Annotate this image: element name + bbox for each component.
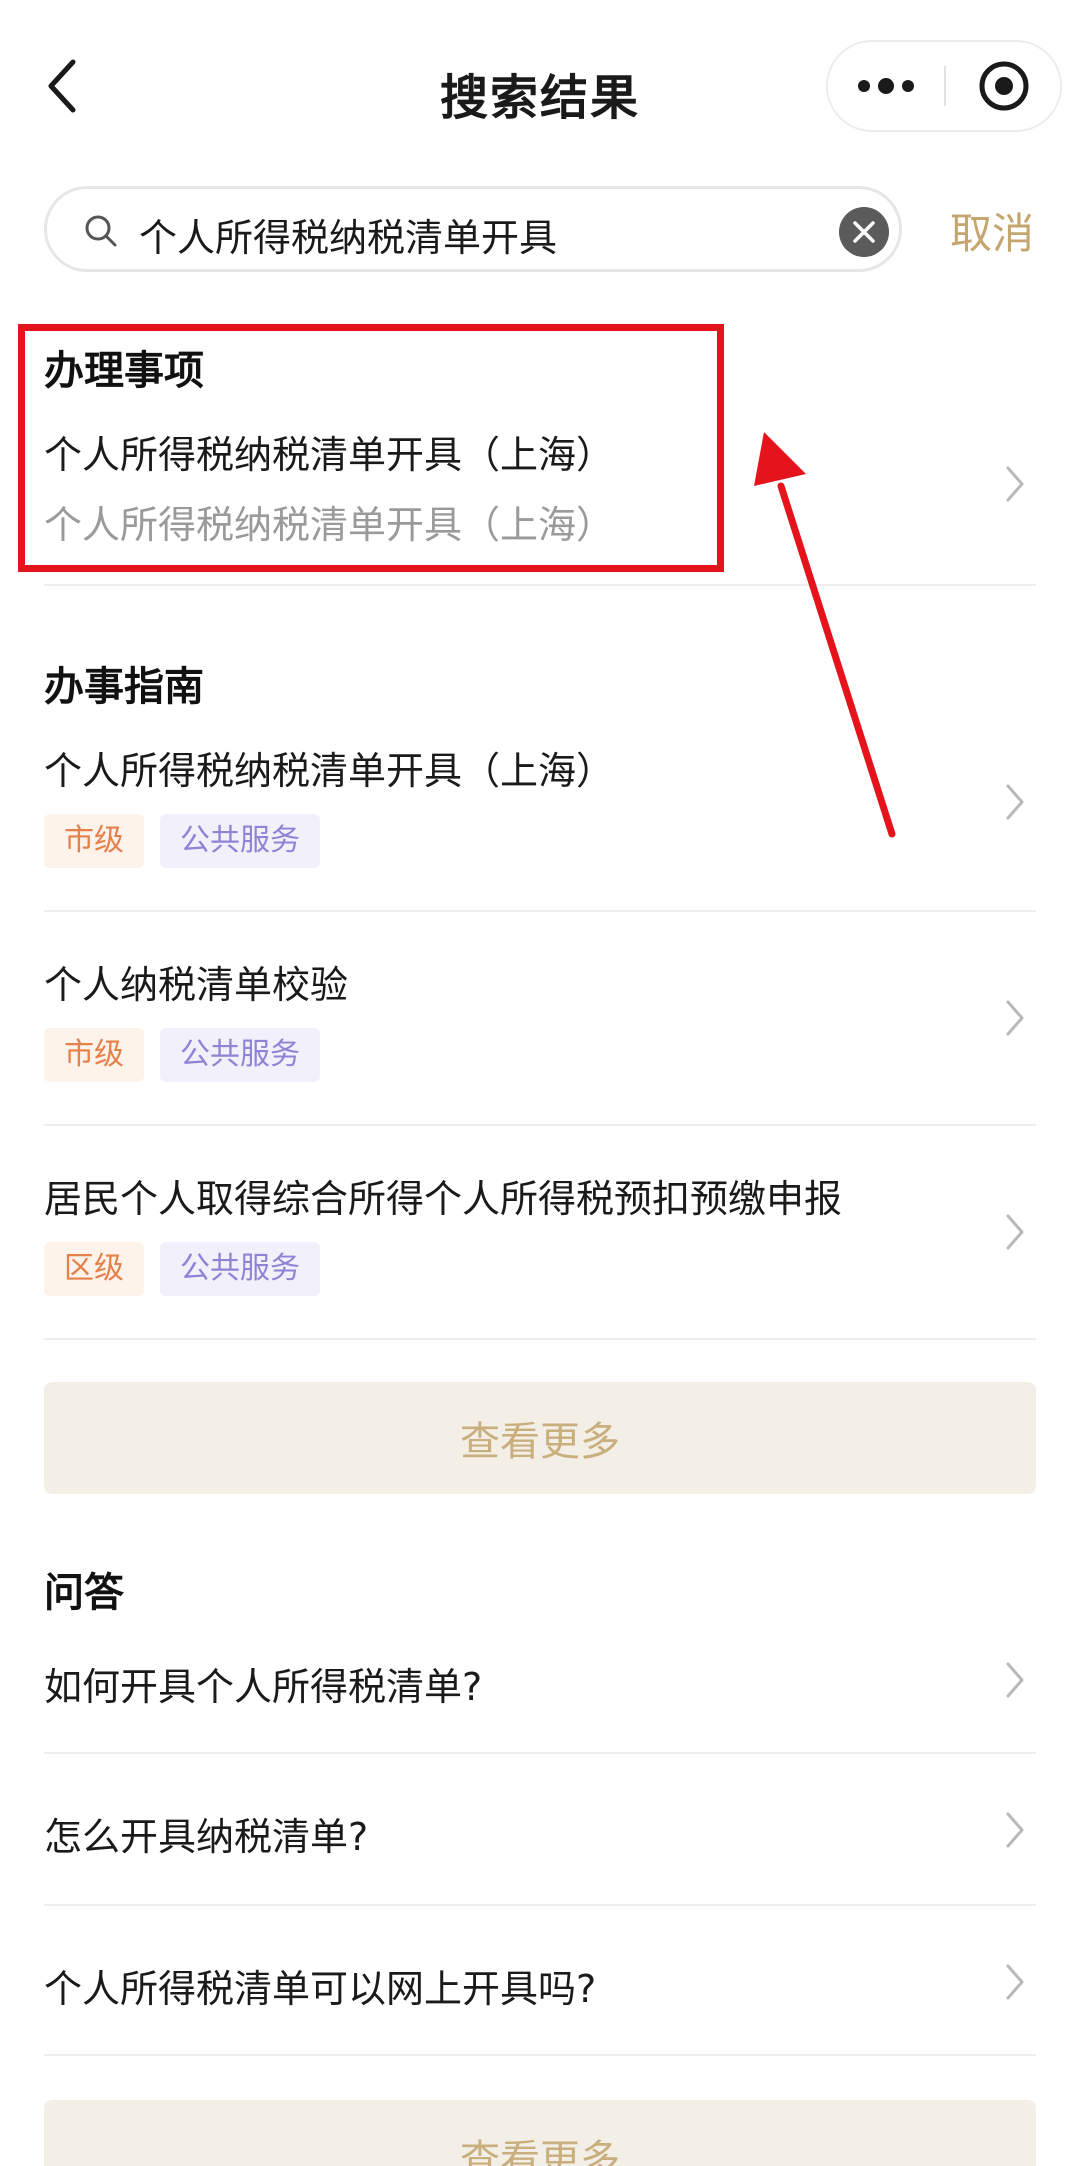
divider — [44, 1338, 1036, 1340]
item-title: 怎么开具纳税清单? — [44, 1815, 369, 1859]
divider — [44, 1752, 1036, 1754]
nav-bar: 搜索结果 — [0, 0, 1080, 170]
item-title: 如何开具个人所得税清单? — [44, 1665, 483, 1709]
divider — [44, 910, 1036, 912]
level-tag: 区级 — [44, 1242, 144, 1296]
search-input[interactable]: 个人所得税纳税清单开具 — [139, 207, 557, 262]
chevron-right-icon — [1006, 1662, 1024, 1698]
category-tag: 公共服务 — [160, 1242, 320, 1296]
item-title: 居民个人取得综合所得个人所得税预扣预缴申报 — [44, 1177, 843, 1221]
item-title: 个人纳税清单校验 — [44, 963, 349, 1007]
chevron-right-icon — [1006, 466, 1024, 502]
chevron-right-icon — [1006, 1812, 1024, 1848]
more-button[interactable] — [828, 42, 944, 130]
category-tag: 公共服务 — [160, 1028, 320, 1082]
chevron-right-icon — [1006, 1964, 1024, 2000]
section-title-guides: 办事指南 — [44, 664, 204, 710]
cancel-button[interactable]: 取消 — [950, 200, 1034, 261]
target-circle-icon — [979, 61, 1029, 111]
capsule-menu — [826, 40, 1062, 132]
view-more-guides-button[interactable]: 查看更多 — [44, 1382, 1036, 1494]
category-tag: 公共服务 — [160, 814, 320, 868]
search-bar[interactable]: 个人所得税纳税清单开具 — [44, 186, 902, 272]
more-dots-icon — [858, 78, 914, 94]
level-tag: 市级 — [44, 814, 144, 868]
chevron-right-icon — [1006, 1214, 1024, 1250]
divider — [44, 1904, 1036, 1906]
close-miniprogram-button[interactable] — [946, 42, 1062, 130]
level-tag: 市级 — [44, 1028, 144, 1082]
close-icon — [853, 221, 875, 243]
section-title-qa: 问答 — [44, 1570, 124, 1616]
annotation-highlight-box — [18, 324, 724, 572]
search-icon — [85, 215, 117, 247]
item-title: 个人所得税清单可以网上开具吗? — [44, 1967, 597, 2011]
item-title: 个人所得税纳税清单开具（上海） — [44, 749, 615, 793]
divider — [44, 584, 1036, 586]
clear-search-button[interactable] — [839, 207, 889, 257]
divider — [44, 1124, 1036, 1126]
chevron-right-icon — [1006, 784, 1024, 820]
divider — [44, 2054, 1036, 2056]
chevron-right-icon — [1006, 1000, 1024, 1036]
view-more-qa-button[interactable]: 查看更多 — [44, 2100, 1036, 2166]
